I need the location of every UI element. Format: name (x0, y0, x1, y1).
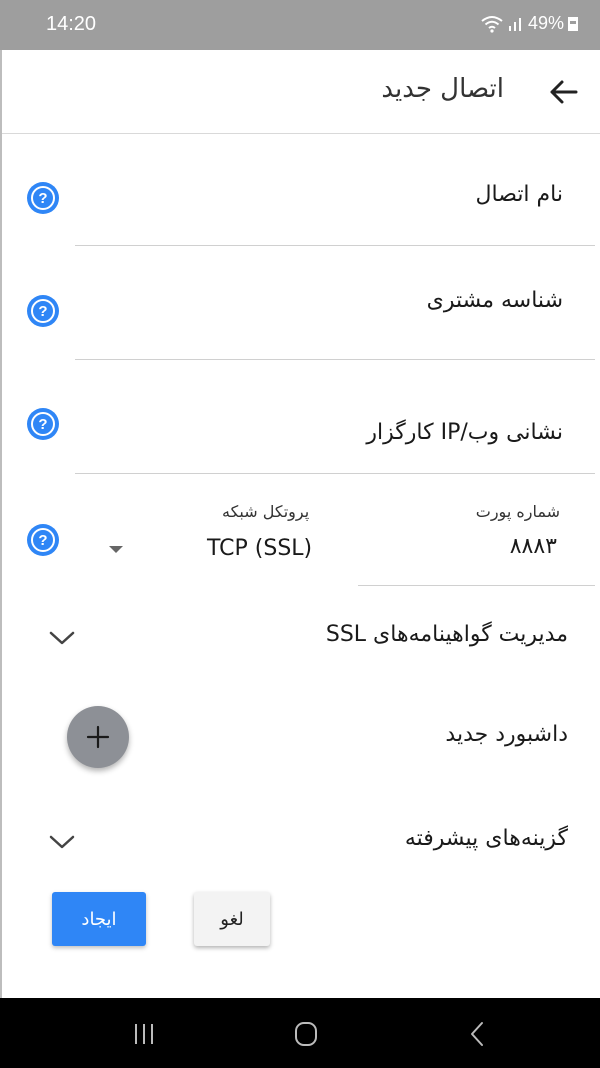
connection-name-underline (75, 245, 595, 246)
add-dashboard-button[interactable] (67, 706, 129, 768)
nav-back-icon[interactable] (458, 1018, 498, 1050)
plus-icon (86, 725, 110, 749)
nav-recents-icon[interactable] (124, 1018, 164, 1050)
page-title: اتصال جدید (381, 74, 504, 104)
status-bar: 14:20 49% (0, 0, 600, 50)
create-button[interactable]: ایجاد (52, 892, 146, 946)
port-protocol-help-icon[interactable]: ? (27, 524, 59, 556)
port-input[interactable]: ۸۸۸۳ (358, 528, 595, 586)
server-address-field[interactable]: نشانی وب/IP کارگزار (75, 378, 595, 474)
client-id-field[interactable]: شناسه مشتری (75, 264, 595, 360)
server-address-label: نشانی وب/IP کارگزار (366, 420, 563, 445)
chevron-down-icon (49, 835, 75, 849)
battery-percent: 49% (527, 13, 564, 33)
client-id-help-icon[interactable]: ? (27, 295, 59, 327)
signal-icon (508, 17, 521, 31)
system-nav-bar (0, 998, 600, 1068)
port-underline (358, 585, 595, 586)
nav-home-icon[interactable] (286, 1018, 326, 1050)
client-id-label: شناسه مشتری (426, 288, 563, 313)
port-value: ۸۸۸۳ (509, 534, 557, 559)
port-label: شماره پورت (475, 502, 560, 521)
ssl-certificates-section[interactable]: مدیریت گواهینامه‌های SSL (0, 608, 600, 664)
new-dashboard-label: داشبورد جدید (445, 722, 568, 747)
protocol-dropdown-arrow (109, 546, 123, 553)
battery-icon (568, 16, 578, 31)
connection-name-field[interactable]: نام اتصال (75, 150, 595, 246)
cancel-button[interactable]: لغو (194, 892, 270, 946)
protocol-label: پروتکل شبکه (222, 502, 310, 521)
connection-name-help-icon[interactable]: ? (27, 182, 59, 214)
protocol-select[interactable]: TCP (SSL) (75, 528, 340, 586)
chevron-down-icon (49, 631, 75, 645)
client-id-underline (75, 359, 595, 360)
ssl-certificates-label: مدیریت گواهینامه‌های SSL (325, 622, 568, 647)
back-arrow-icon[interactable] (546, 74, 582, 110)
connection-name-label: نام اتصال (475, 182, 563, 207)
protocol-value: TCP (SSL) (207, 536, 313, 561)
status-time: 14:20 (46, 13, 97, 35)
status-indicators: 49% (480, 13, 578, 34)
server-address-help-icon[interactable]: ? (27, 408, 59, 440)
wifi-icon (481, 15, 503, 33)
advanced-options-label: گزینه‌های پیشرفته (404, 826, 568, 851)
app-bar: اتصال جدید (0, 50, 600, 134)
server-address-underline (75, 473, 595, 474)
advanced-options-section[interactable]: گزینه‌های پیشرفته (0, 820, 600, 876)
